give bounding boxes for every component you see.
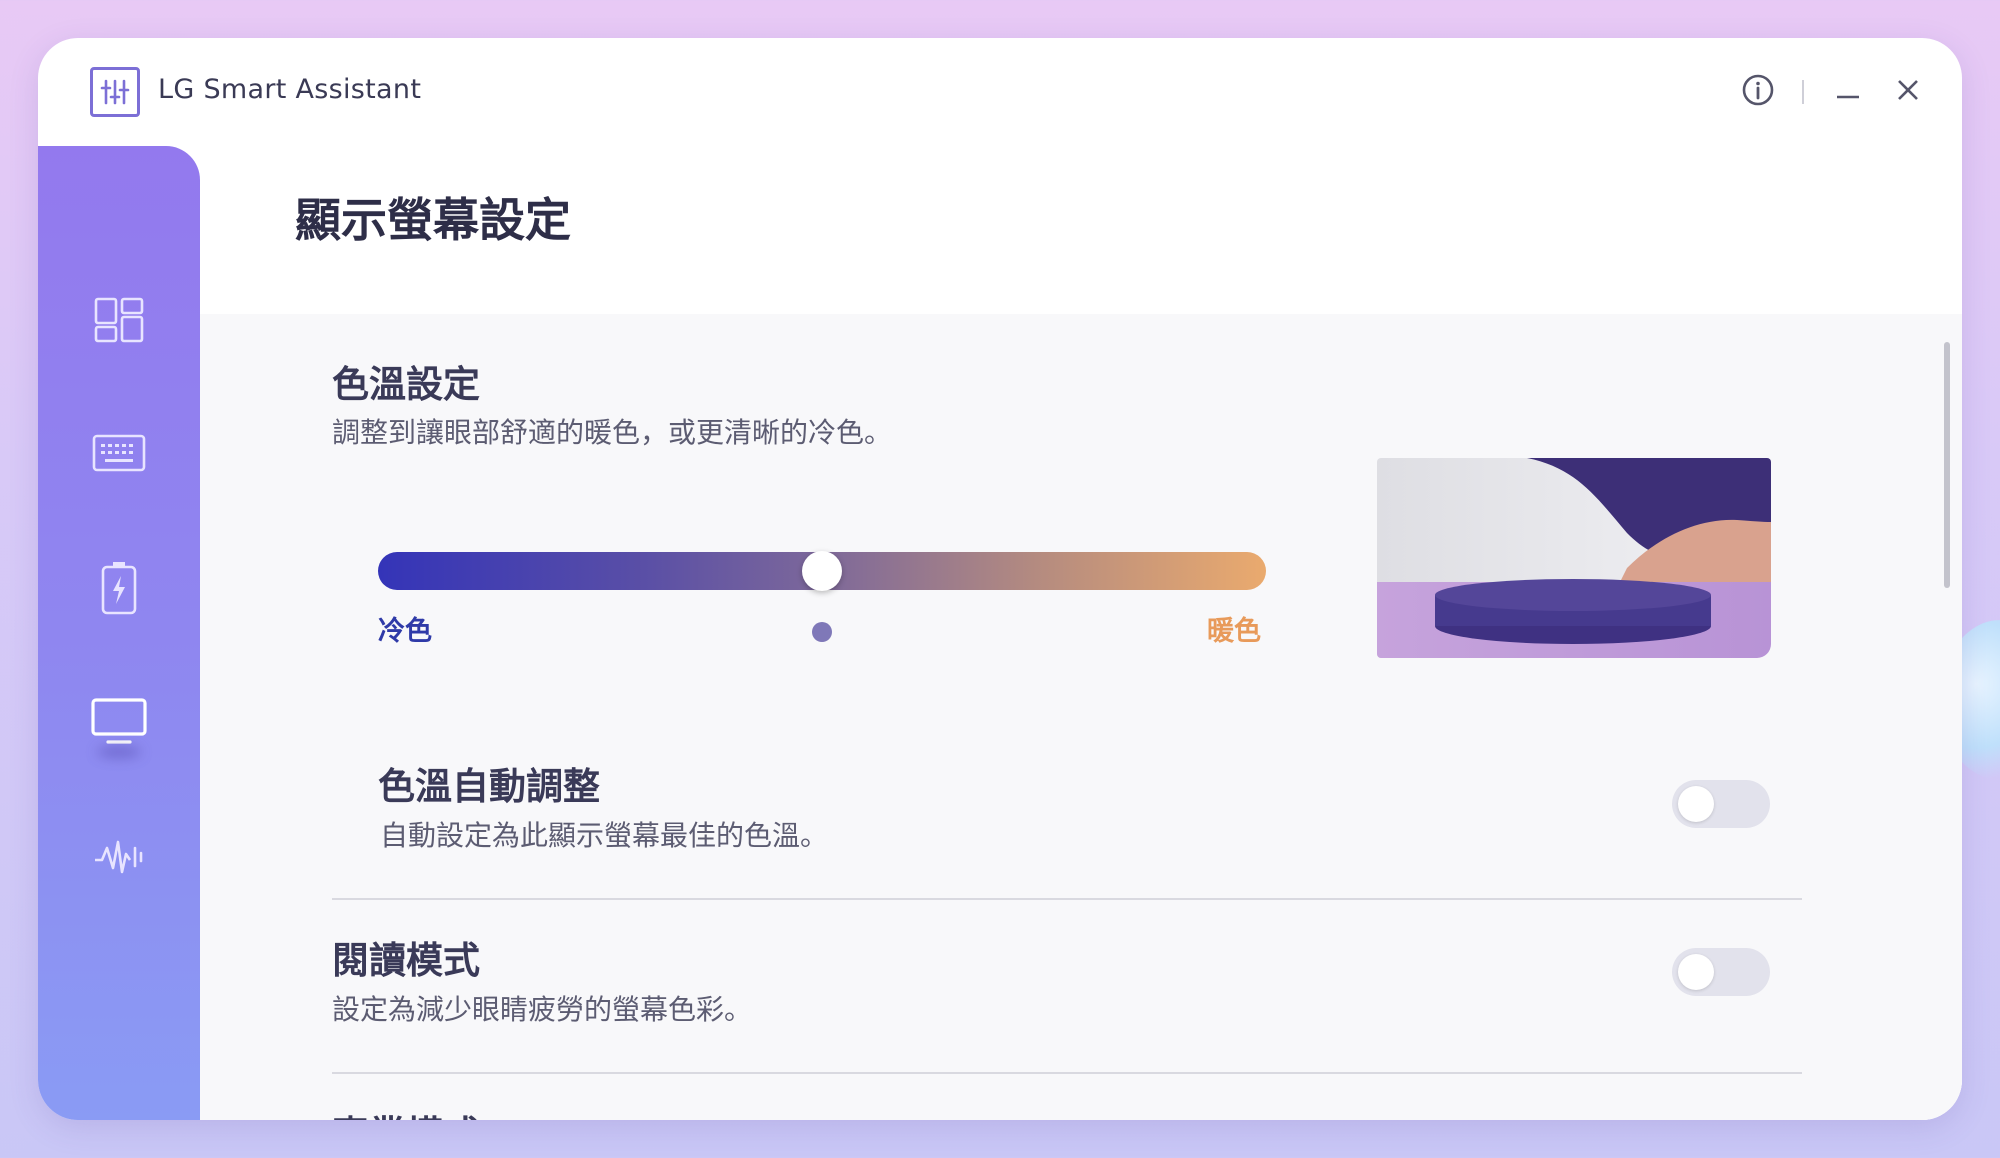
divider [332,1072,1802,1074]
reading-mode-title: 閱讀模式 [332,939,480,982]
app-title: LG Smart Assistant [158,74,422,105]
sidebar-item-audio[interactable] [79,816,159,896]
cool-label: 冷色 [378,616,432,647]
title-bar: LG Smart Assistant [38,38,1962,146]
sidebar-item-dashboard[interactable] [79,280,159,360]
app-window: LG Smart Assistant 顯示螢幕設定 色溫設定 調整到讓眼部舒適的… [38,38,1962,1120]
minimize-icon[interactable] [1828,70,1868,110]
toggle-knob [1678,786,1714,822]
color-temp-preview-image [1377,458,1771,658]
battery-charging-icon [101,562,137,615]
toggle-knob [1678,954,1714,990]
sidebar-item-battery[interactable] [79,548,159,628]
auto-adjust-title: 色溫自動調整 [378,765,600,808]
monitor-icon [91,698,147,744]
color-temp-slider-handle[interactable] [802,551,842,591]
audio-wave-icon [95,840,143,874]
color-temp-slider[interactable] [378,551,1266,591]
sidebar [38,146,200,1120]
scrollbar[interactable] [1944,342,1950,588]
titlebar-separator [1802,80,1804,104]
default-position-dot [812,622,832,642]
reading-mode-toggle[interactable] [1672,948,1770,996]
warm-label: 暖色 [1207,616,1261,647]
auto-adjust-description: 自動設定為此顯示螢幕最佳的色溫。 [380,819,829,852]
dashboard-grid-icon [94,297,144,343]
page-title: 顯示螢幕設定 [295,193,571,247]
main-content: 顯示螢幕設定 色溫設定 調整到讓眼部舒適的暖色，或更清晰的冷色。 冷色 暖色 色… [200,146,1962,1120]
pro-mode-title: 專業模式 [332,1104,480,1120]
sidebar-item-keyboard[interactable] [79,414,159,494]
close-icon[interactable] [1888,70,1928,110]
color-temp-description: 調整到讓眼部舒適的暖色，或更清晰的冷色。 [332,416,893,449]
sidebar-item-display[interactable] [79,682,159,762]
keyboard-icon [92,434,146,472]
reading-mode-description: 設定為減少眼睛疲勞的螢幕色彩。 [332,993,753,1026]
app-logo-icon [90,67,140,117]
divider [332,898,1802,900]
auto-adjust-toggle[interactable] [1672,780,1770,828]
settings-panel: 色溫設定 調整到讓眼部舒適的暖色，或更清晰的冷色。 冷色 暖色 色溫自動調整 自… [200,314,1962,1120]
color-temp-title: 色溫設定 [332,363,480,406]
info-icon[interactable] [1738,70,1778,110]
